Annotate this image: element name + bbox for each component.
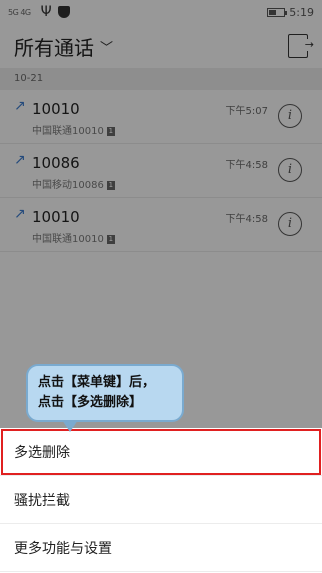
bottom-menu: 多选删除 骚扰拦截 更多功能与设置 (0, 428, 322, 573)
menu-item-multi-delete[interactable]: 多选删除 (0, 428, 322, 476)
instruction-callout: 点击【菜单键】后， 点击【多选删除】 (26, 364, 184, 432)
callout-line-2: 点击【多选删除】 (38, 395, 143, 410)
menu-item-harassment-block[interactable]: 骚扰拦截 (0, 476, 322, 524)
call-log-screen: 5G 4G Ψ 5:19 所有通话 ﹀ 10-21 ↗ 10010 中国联通10… (0, 0, 322, 573)
menu-item-more-settings[interactable]: 更多功能与设置 (0, 524, 322, 572)
callout-line-1: 点击【菜单键】后， (38, 375, 156, 390)
